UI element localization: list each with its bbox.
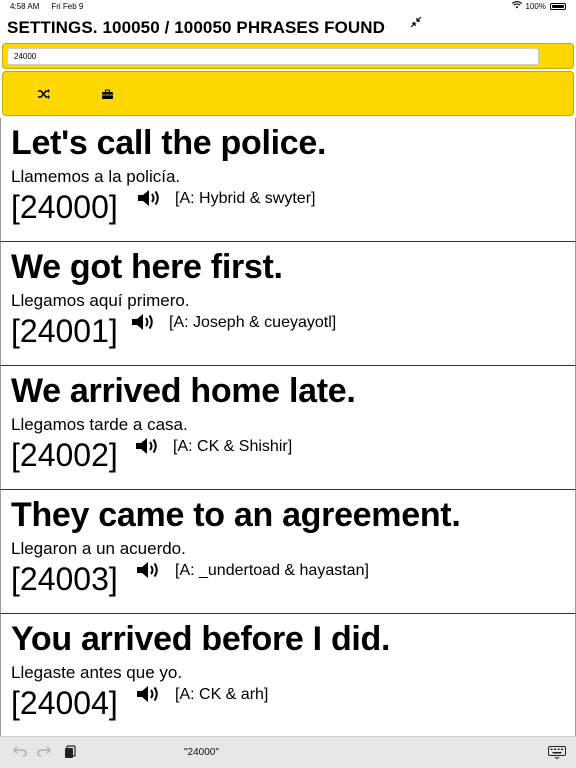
search-bar bbox=[2, 43, 574, 69]
battery-percent: 100% bbox=[525, 1, 546, 11]
phrase-english: We got here first. bbox=[11, 248, 283, 286]
phrase-card[interactable]: You arrived before I did. Llegaste antes… bbox=[0, 614, 576, 738]
phrase-attribution: [A: CK & Shishir] bbox=[173, 438, 293, 455]
phrase-number: [24002] bbox=[11, 437, 118, 473]
status-time: 4:58 AM bbox=[10, 1, 40, 11]
phrase-number: [24000] bbox=[11, 189, 118, 225]
status-bar: 4:58 AM Fri Feb 9 100% bbox=[0, 0, 576, 12]
search-input[interactable] bbox=[7, 48, 539, 65]
battery-icon bbox=[550, 2, 566, 10]
speaker-icon[interactable] bbox=[135, 559, 163, 581]
phrase-number: [24004] bbox=[11, 685, 118, 721]
speaker-icon[interactable] bbox=[130, 311, 158, 333]
phrase-attribution: [A: Joseph & cueyayotl] bbox=[169, 314, 337, 331]
speaker-icon[interactable] bbox=[135, 683, 163, 705]
speaker-icon[interactable] bbox=[134, 435, 162, 457]
autocomplete-suggestion[interactable]: "24000" bbox=[184, 747, 219, 758]
phrase-spanish: Llamemos a la policía. bbox=[11, 167, 181, 186]
toolbar bbox=[2, 71, 574, 116]
speaker-icon[interactable] bbox=[136, 187, 164, 209]
keyboard-shortcut-bar: "24000" bbox=[0, 736, 576, 768]
paste-icon[interactable] bbox=[62, 745, 78, 761]
phrase-english: You arrived before I did. bbox=[11, 620, 391, 658]
briefcase-icon[interactable] bbox=[98, 86, 116, 102]
phrase-attribution: [A: _undertoad & hayastan] bbox=[175, 562, 369, 579]
undo-icon[interactable] bbox=[12, 745, 28, 761]
phrase-number: [24003] bbox=[11, 561, 118, 597]
wifi-icon bbox=[511, 1, 522, 11]
shuffle-icon[interactable] bbox=[35, 86, 53, 102]
phrase-card[interactable]: We got here first. Llegamos aquí primero… bbox=[0, 242, 576, 366]
phrase-spanish: Llegamos aquí primero. bbox=[11, 291, 190, 310]
collapse-arrows-icon[interactable] bbox=[409, 16, 423, 30]
phrase-card[interactable]: They came to an agreement. Llegaron a un… bbox=[0, 490, 576, 614]
phrase-spanish: Llegaste antes que yo. bbox=[11, 663, 183, 682]
phrase-card[interactable]: Let's call the police. Llamemos a la pol… bbox=[0, 118, 576, 242]
header: SETTINGS. 100050 / 100050 PHRASES FOUND bbox=[0, 14, 576, 42]
status-date: Fri Feb 9 bbox=[51, 1, 84, 11]
page-title[interactable]: SETTINGS. 100050 / 100050 PHRASES FOUND bbox=[7, 18, 385, 38]
redo-icon[interactable] bbox=[36, 745, 52, 761]
phrase-english: They came to an agreement. bbox=[11, 496, 461, 534]
phrase-spanish: Llegaron a un acuerdo. bbox=[11, 539, 186, 558]
phrase-card[interactable]: We arrived home late. Llegamos tarde a c… bbox=[0, 366, 576, 490]
phrase-attribution: [A: CK & arh] bbox=[175, 686, 269, 703]
phrase-english: Let's call the police. bbox=[11, 124, 327, 162]
phrase-spanish: Llegamos tarde a casa. bbox=[11, 415, 188, 434]
phrase-number: [24001] bbox=[11, 313, 118, 349]
phrase-english: We arrived home late. bbox=[11, 372, 356, 410]
keyboard-icon[interactable] bbox=[548, 746, 566, 760]
phrase-attribution: [A: Hybrid & swyter] bbox=[175, 190, 316, 207]
phrase-list: Let's call the police. Llamemos a la pol… bbox=[0, 118, 576, 738]
